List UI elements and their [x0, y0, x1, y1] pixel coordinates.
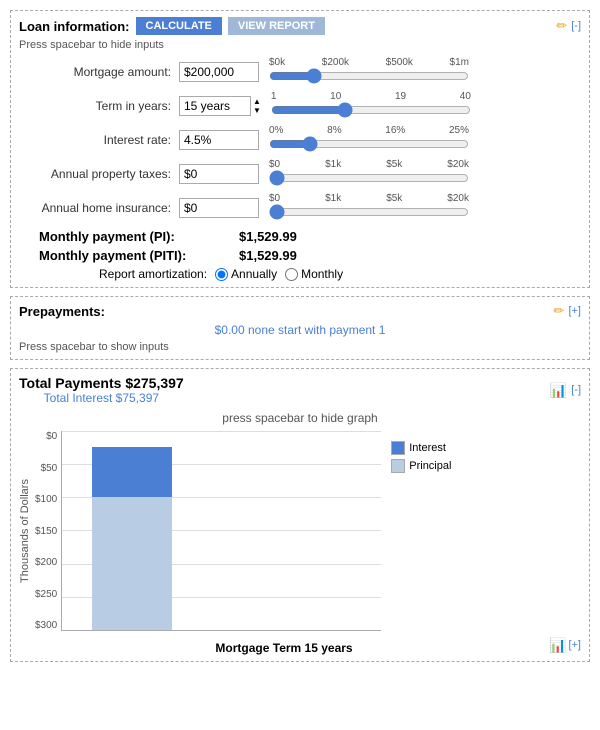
interest-rate-label: Interest rate:: [19, 133, 179, 147]
term-spinner[interactable]: ▲ ▼: [253, 97, 261, 115]
term-input-wrapper: ▲ ▼: [179, 96, 261, 116]
interest-rate-slider[interactable]: [269, 136, 469, 152]
prepayments-controls: ✏ [+]: [554, 303, 581, 319]
graph-title: press spacebar to hide graph: [19, 411, 581, 425]
mortgage-amount-label: Mortgage amount:: [19, 65, 179, 79]
amortization-monthly-text: Monthly: [301, 267, 343, 281]
chart-legend: Interest Principal: [391, 441, 451, 473]
y-axis-label: Thousands of Dollars: [19, 431, 31, 631]
total-interest-text: Total Interest $75,397: [19, 391, 184, 405]
chart-expand-link[interactable]: [+]: [568, 639, 581, 651]
chart-bar-group: [92, 447, 172, 630]
property-taxes-input[interactable]: [179, 164, 259, 184]
mortgage-slider-area: $0k $200k $500k $1m: [269, 57, 469, 87]
legend-interest-color: [391, 441, 405, 455]
chart-footer-controls: 📊 [+]: [549, 637, 581, 654]
property-taxes-slider[interactable]: [269, 170, 469, 186]
legend-principal-color: [391, 459, 405, 473]
taxes-slider-area: $0 $1k $5k $20k: [269, 159, 469, 189]
prepayments-edit-icon[interactable]: ✏: [554, 303, 565, 319]
home-insurance-slider[interactable]: [269, 204, 469, 220]
amortization-annually-radio[interactable]: [215, 268, 228, 281]
chart-bar-icon: 📊: [549, 637, 566, 654]
edit-icon[interactable]: ✏: [556, 18, 567, 34]
term-years-input[interactable]: [179, 96, 251, 116]
prepayments-expand-link[interactable]: [+]: [568, 305, 581, 317]
property-taxes-label: Annual property taxes:: [19, 167, 179, 181]
property-taxes-row: Annual property taxes: $0 $1k $5k $20k: [19, 159, 581, 189]
totals-header: Total Payments $275,397 Total Interest $…: [19, 375, 581, 405]
loan-title: Loan information:: [19, 19, 130, 34]
press-show-hint: Press spacebar to show inputs: [19, 341, 581, 353]
monthly-pi-row: Monthly payment (PI): $1,529.99: [39, 229, 581, 244]
loan-header-controls: ✏ [-]: [556, 18, 581, 34]
totals-controls: 📊 [-]: [550, 382, 581, 399]
mortgage-amount-input[interactable]: [179, 62, 259, 82]
monthly-pi-label: Monthly payment (PI):: [39, 229, 239, 244]
calculate-button[interactable]: CALCULATE: [136, 17, 222, 35]
mortgage-amount-row: Mortgage amount: $0k $200k $500k $1m: [19, 57, 581, 87]
chart-footer: Mortgage Term 15 years 📊 [+]: [19, 635, 581, 655]
amortization-annually-text: Annually: [231, 267, 277, 281]
interest-slider-area: 0% 8% 16% 25%: [269, 125, 469, 155]
amortization-annually-label[interactable]: Annually: [215, 267, 277, 281]
chart-plot: [61, 431, 381, 631]
term-slider-area: 1 10 19 40: [271, 91, 471, 121]
term-years-row: Term in years: ▲ ▼ 1 10 19 40: [19, 91, 581, 121]
amortization-label: Report amortization:: [99, 267, 207, 281]
loan-section-header: Loan information: CALCULATE VIEW REPORT …: [19, 17, 581, 35]
bar-principal: [92, 497, 172, 630]
totals-collapse-link[interactable]: [-]: [571, 384, 581, 396]
x-axis-label: Mortgage Term 15 years: [19, 641, 549, 655]
monthly-piti-label: Monthly payment (PITI):: [39, 248, 239, 263]
legend-principal-label: Principal: [409, 460, 451, 472]
prepayments-title: Prepayments:: [19, 304, 105, 319]
bar-interest: [92, 447, 172, 497]
prepayments-section: Prepayments: ✏ [+] $0.00 none start with…: [10, 296, 590, 360]
monthly-pi-value: $1,529.99: [239, 229, 297, 244]
home-insurance-row: Annual home insurance: $0 $1k $5k $20k: [19, 193, 581, 223]
view-report-button[interactable]: VIEW REPORT: [228, 17, 325, 35]
monthly-piti-row: Monthly payment (PITI): $1,529.99: [39, 248, 581, 263]
amortization-monthly-label[interactable]: Monthly: [285, 267, 343, 281]
chart-with-y: $300 $250 $200 $150 $100 $50 $0: [35, 431, 381, 631]
legend-principal: Principal: [391, 459, 451, 473]
gridline-300: [62, 431, 381, 432]
interest-ticks: 0% 8% 16% 25%: [269, 125, 469, 136]
home-insurance-input[interactable]: [179, 198, 259, 218]
x-axis-label-wrapper: Mortgage Term 15 years: [19, 635, 549, 655]
term-years-label: Term in years:: [19, 99, 179, 113]
amortization-row: Report amortization: Annually Monthly: [99, 267, 581, 281]
taxes-ticks: $0 $1k $5k $20k: [269, 159, 469, 170]
interest-rate-row: Interest rate: 0% 8% 16% 25%: [19, 125, 581, 155]
legend-interest-label: Interest: [409, 442, 446, 454]
term-ticks: 1 10 19 40: [271, 91, 471, 102]
prepayments-header: Prepayments: ✏ [+]: [19, 303, 581, 319]
loan-information-section: Loan information: CALCULATE VIEW REPORT …: [10, 10, 590, 288]
loan-collapse-link[interactable]: [-]: [571, 20, 581, 32]
total-payments-text: Total Payments $275,397: [19, 375, 184, 391]
chart-container: Thousands of Dollars $300 $250 $200 $150…: [19, 431, 581, 631]
press-spacebar-hint: Press spacebar to hide inputs: [19, 39, 581, 51]
bar-chart-icon: 📊: [550, 382, 567, 399]
prepayments-info: $0.00 none start with payment 1: [19, 323, 581, 337]
insurance-ticks: $0 $1k $5k $20k: [269, 193, 469, 204]
home-insurance-label: Annual home insurance:: [19, 201, 179, 215]
totals-section: Total Payments $275,397 Total Interest $…: [10, 368, 590, 662]
legend-interest: Interest: [391, 441, 451, 455]
interest-rate-input[interactable]: [179, 130, 259, 150]
mortgage-ticks: $0k $200k $500k $1m: [269, 57, 469, 68]
term-years-slider[interactable]: [271, 102, 471, 118]
insurance-slider-area: $0 $1k $5k $20k: [269, 193, 469, 223]
monthly-piti-value: $1,529.99: [239, 248, 297, 263]
amortization-monthly-radio[interactable]: [285, 268, 298, 281]
mortgage-amount-slider[interactable]: [269, 68, 469, 84]
y-axis-labels: $300 $250 $200 $150 $100 $50 $0: [35, 431, 57, 631]
totals-amounts: Total Payments $275,397 Total Interest $…: [19, 375, 184, 405]
